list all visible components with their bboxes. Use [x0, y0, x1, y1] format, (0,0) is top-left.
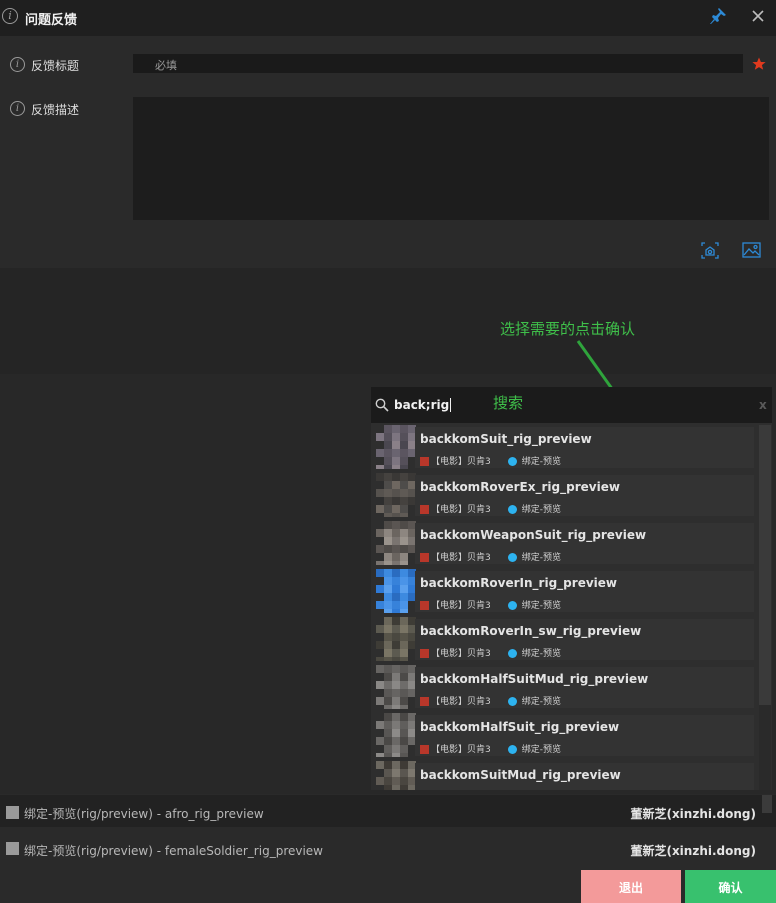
status-dot-icon	[507, 505, 517, 514]
project-tag: 【电影】贝肯3	[431, 745, 491, 755]
result-meta: 【电影】贝肯3 绑定-预览	[420, 742, 561, 755]
close-icon[interactable]	[752, 10, 764, 22]
row-user: 董新芝(xinzhi.dong)	[630, 844, 756, 858]
dialog-title: 问题反馈	[25, 13, 78, 28]
confirm-button[interactable]: 确认	[685, 870, 776, 903]
result-item[interactable]: backkomWeaponSuit_rig_preview 【电影】贝肯3 绑定-预…	[415, 523, 754, 564]
title-bar: i 问题反馈	[0, 0, 776, 36]
project-tag-icon	[420, 601, 429, 610]
feedback-title-label: 反馈标题	[31, 59, 80, 73]
annotation-search: 搜索	[493, 394, 524, 412]
row-user: 董新芝(xinzhi.dong)	[630, 807, 756, 821]
result-name: backkomSuitMud_rig_preview	[420, 768, 621, 782]
project-tag: 【电影】贝肯3	[431, 553, 491, 563]
result-item[interactable]: backkomRoverEx_rig_preview 【电影】贝肯3 绑定-预览	[415, 475, 754, 516]
image-icon[interactable]	[742, 242, 761, 258]
info-icon: i	[2, 8, 18, 24]
result-item[interactable]: backkomHalfSuit_rig_preview 【电影】贝肯3 绑定-预览	[415, 715, 754, 756]
result-name: backkomHalfSuitMud_rig_preview	[420, 672, 649, 686]
list-row[interactable]: 绑定-预览(rig/preview) - afro_rig_preview 董新…	[0, 795, 776, 827]
result-thumbnail	[376, 425, 418, 469]
result-thumbnail	[376, 665, 418, 709]
feedback-dialog: i 问题反馈 i 反馈标题 必填 i 反馈描述 选择需要的点击确认 back;r…	[0, 0, 776, 903]
project-tag: 【电影】贝肯3	[431, 649, 491, 659]
project-tag-icon	[420, 745, 429, 754]
row-scroll-thumb[interactable]	[762, 795, 772, 813]
exit-button[interactable]: 退出	[581, 870, 681, 903]
result-meta: 【电影】贝肯3 绑定-预览	[420, 646, 561, 659]
project-tag-icon	[420, 505, 429, 514]
project-tag-icon	[420, 649, 429, 658]
row-text: 绑定-预览(rig/preview) - afro_rig_preview	[24, 807, 264, 821]
result-meta: 【电影】贝肯3 绑定-预览	[420, 694, 561, 707]
result-item[interactable]: backkomRoverIn_sw_rig_preview 【电影】贝肯3 绑定-预…	[415, 619, 754, 660]
result-thumbnail	[376, 569, 418, 613]
search-clear-button[interactable]: x	[759, 398, 767, 412]
project-tag: 【电影】贝肯3	[431, 601, 491, 611]
result-name: backkomHalfSuit_rig_preview	[420, 720, 620, 734]
project-tag: 【电影】贝肯3	[431, 457, 491, 467]
status-dot-icon	[507, 697, 517, 706]
feedback-desc-textarea[interactable]	[133, 97, 769, 220]
search-bar[interactable]: back;rig 搜索 x	[371, 387, 772, 423]
row-text: 绑定-预览(rig/preview) - femaleSoldier_rig_p…	[24, 844, 323, 858]
result-name: backkomRoverIn_sw_rig_preview	[420, 624, 642, 638]
required-star-icon	[752, 57, 766, 70]
project-tag-icon	[420, 457, 429, 466]
status-dot-icon	[507, 601, 517, 610]
status-text: 绑定-预览	[521, 553, 561, 563]
result-item[interactable]: backkomSuitMud_rig_preview【电影】贝肯3绑定-预览	[415, 763, 754, 790]
result-thumbnail	[376, 473, 418, 517]
feedback-desc-label: 反馈描述	[31, 103, 80, 117]
pin-icon[interactable]	[709, 7, 727, 25]
status-dot-icon	[507, 457, 517, 466]
result-thumbnail	[376, 761, 418, 790]
status-text: 绑定-预览	[521, 505, 561, 515]
result-thumbnail	[376, 617, 418, 661]
feedback-title-placeholder: 必填	[155, 59, 177, 72]
list-row[interactable]: 绑定-预览(rig/preview) - femaleSoldier_rig_p…	[0, 830, 776, 862]
project-tag: 【电影】贝肯3	[431, 697, 491, 707]
result-meta: 【电影】贝肯3 绑定-预览	[420, 502, 561, 515]
result-thumbnail	[376, 713, 418, 757]
row-checkbox[interactable]	[6, 806, 19, 819]
result-name: backkomWeaponSuit_rig_preview	[420, 528, 647, 542]
result-item[interactable]: backkomSuit_rig_preview 【电影】贝肯3 绑定-预览	[415, 427, 754, 468]
result-meta: 【电影】贝肯3 绑定-预览	[420, 550, 561, 563]
result-name: backkomRoverEx_rig_preview	[420, 480, 620, 494]
status-text: 绑定-预览	[521, 745, 561, 755]
result-meta: 【电影】贝肯3 绑定-预览	[420, 454, 561, 467]
project-tag-icon	[420, 697, 429, 706]
info-icon: i	[10, 57, 25, 72]
status-dot-icon	[507, 649, 517, 658]
status-text: 绑定-预览	[521, 601, 561, 611]
result-meta: 【电影】贝肯3 绑定-预览	[420, 598, 561, 611]
result-thumbnail	[376, 521, 418, 565]
result-name: backkomRoverIn_rig_preview	[420, 576, 617, 590]
status-text: 绑定-预览	[521, 457, 561, 467]
result-item[interactable]: backkomHalfSuitMud_rig_preview 【电影】贝肯3 绑定-…	[415, 667, 754, 708]
info-icon: i	[10, 101, 25, 116]
search-icon	[375, 398, 389, 412]
status-text: 绑定-预览	[521, 649, 561, 659]
project-tag: 【电影】贝肯3	[431, 505, 491, 515]
feedback-title-input[interactable]: 必填	[133, 54, 743, 73]
search-input[interactable]: back;rig	[394, 398, 452, 412]
result-item[interactable]: backkomRoverIn_rig_preview 【电影】贝肯3 绑定-预览	[415, 571, 754, 612]
status-dot-icon	[507, 745, 517, 754]
row-checkbox[interactable]	[6, 842, 19, 855]
screenshot-icon[interactable]	[701, 242, 719, 259]
status-text: 绑定-预览	[521, 697, 561, 707]
status-dot-icon	[507, 553, 517, 562]
project-tag-icon	[420, 553, 429, 562]
result-name: backkomSuit_rig_preview	[420, 432, 592, 446]
